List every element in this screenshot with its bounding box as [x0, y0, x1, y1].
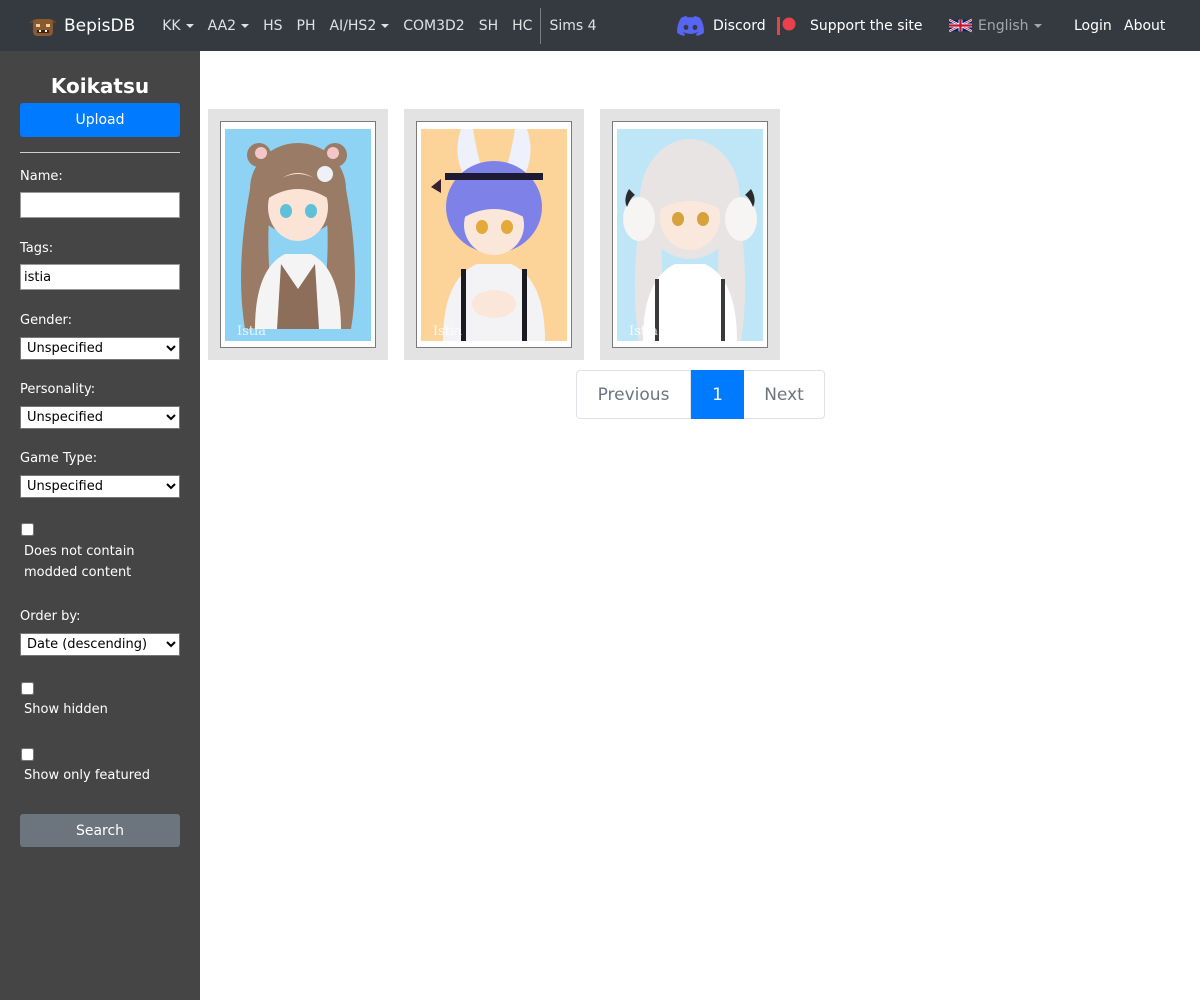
game-type-select[interactable]: Unspecified: [20, 475, 180, 498]
brand-link[interactable]: BepisDB: [28, 0, 135, 51]
character-image[interactable]: Istia: [225, 129, 371, 341]
bepis-logo-icon: [28, 15, 58, 37]
nav-ph[interactable]: PH: [290, 0, 323, 51]
language-dropdown[interactable]: English: [949, 0, 1042, 51]
nav-sims4[interactable]: Sims 4: [542, 0, 603, 51]
caret-down-icon: [241, 23, 250, 28]
watermark-text: Istia: [237, 324, 266, 339]
caret-down-icon: [381, 23, 390, 28]
nav-com3d2-label: COM3D2: [403, 17, 465, 34]
game-type-label: Game Type:: [20, 451, 98, 466]
language-label: English: [978, 0, 1042, 51]
nav-divider: [540, 7, 542, 44]
nav-ai-hs2-dropdown[interactable]: AI/HS2: [322, 0, 396, 51]
nav-sims4-label: Sims 4: [549, 17, 597, 34]
login-label: Login: [1074, 17, 1112, 34]
sidebar-title: Koikatsu: [50, 74, 150, 98]
next-page-button[interactable]: Next: [744, 370, 825, 419]
nav-sh-label: SH: [478, 17, 499, 34]
uk-flag-icon: [949, 18, 972, 33]
character-image[interactable]: Istia: [617, 129, 763, 341]
caret-down-icon: [1033, 23, 1042, 28]
no-modded-checkbox[interactable]: [21, 523, 34, 536]
show-featured-label: Show only featured: [24, 768, 151, 783]
watermark-text: Istia: [629, 324, 658, 339]
nav-aa2-dropdown[interactable]: AA2: [201, 0, 256, 51]
no-modded-label: Does not contain modded content: [24, 544, 135, 580]
nav-hs[interactable]: HS: [256, 0, 289, 51]
nav-sh[interactable]: SH: [472, 0, 505, 51]
nav-ph-label: PH: [296, 17, 316, 34]
card-frame: Istia: [416, 121, 572, 348]
about-label: About: [1124, 17, 1166, 34]
nav-kk-label: KK: [162, 17, 181, 34]
character-card[interactable]: Istia: [404, 109, 584, 360]
personality-select[interactable]: Unspecified: [20, 406, 180, 429]
page-1-button[interactable]: 1: [691, 370, 744, 419]
about-link[interactable]: About: [1124, 0, 1165, 51]
nav-hc-label: HC: [512, 17, 533, 34]
card-frame: Istia: [220, 121, 376, 348]
name-label: Name:: [20, 169, 63, 184]
personality-label: Personality:: [20, 382, 96, 397]
watermark-text: Istia: [433, 324, 462, 339]
login-link[interactable]: Login: [1074, 0, 1112, 51]
patreon-icon: [777, 16, 796, 35]
pagination: Previous 1 Next: [576, 370, 825, 419]
brand-name: BepisDB: [64, 15, 136, 36]
support-label: Support the site: [810, 17, 923, 34]
character-card[interactable]: Istia: [208, 109, 388, 360]
sidebar-divider: [20, 152, 180, 153]
search-button[interactable]: Search: [20, 814, 180, 847]
nav-hs-label: HS: [263, 17, 283, 34]
nav-hc[interactable]: HC: [505, 0, 539, 51]
nav-aa2-label: AA2: [207, 17, 237, 34]
discord-link[interactable]: Discord: [677, 0, 766, 51]
name-input[interactable]: [20, 192, 180, 218]
gender-select[interactable]: Unspecified: [20, 337, 180, 360]
nav-kk-dropdown[interactable]: KK: [155, 0, 200, 51]
gender-label: Gender:: [20, 313, 73, 328]
discord-icon: [677, 15, 704, 36]
show-featured-checkbox[interactable]: [21, 748, 34, 761]
nav-ai-hs2-label: AI/HS2: [329, 17, 377, 34]
discord-label: Discord: [713, 17, 766, 34]
previous-page-button[interactable]: Previous: [576, 370, 691, 419]
order-by-select[interactable]: Date (descending): [20, 633, 180, 656]
top-navbar: BepisDB KK AA2 HS PH AI/HS2 COM3D2 SH HC…: [0, 0, 1200, 51]
order-by-label: Order by:: [20, 609, 81, 624]
tags-label: Tags:: [20, 241, 54, 256]
character-card[interactable]: Istia: [600, 109, 780, 360]
support-link[interactable]: Support the site: [777, 0, 923, 51]
tags-input[interactable]: [20, 264, 180, 290]
nav-com3d2[interactable]: COM3D2: [396, 0, 471, 51]
card-frame: Istia: [612, 121, 768, 348]
show-hidden-label: Show hidden: [24, 702, 108, 717]
show-hidden-checkbox[interactable]: [21, 682, 34, 695]
character-image[interactable]: Istia: [421, 129, 567, 341]
game-nav: KK AA2 HS PH AI/HS2 COM3D2 SH HC Sims 4: [155, 0, 603, 51]
upload-button[interactable]: Upload: [20, 103, 180, 137]
search-sidebar: Koikatsu Upload Name: Tags: Gender: Unsp…: [0, 51, 200, 1000]
caret-down-icon: [185, 23, 194, 28]
language-text: English: [978, 17, 1029, 34]
